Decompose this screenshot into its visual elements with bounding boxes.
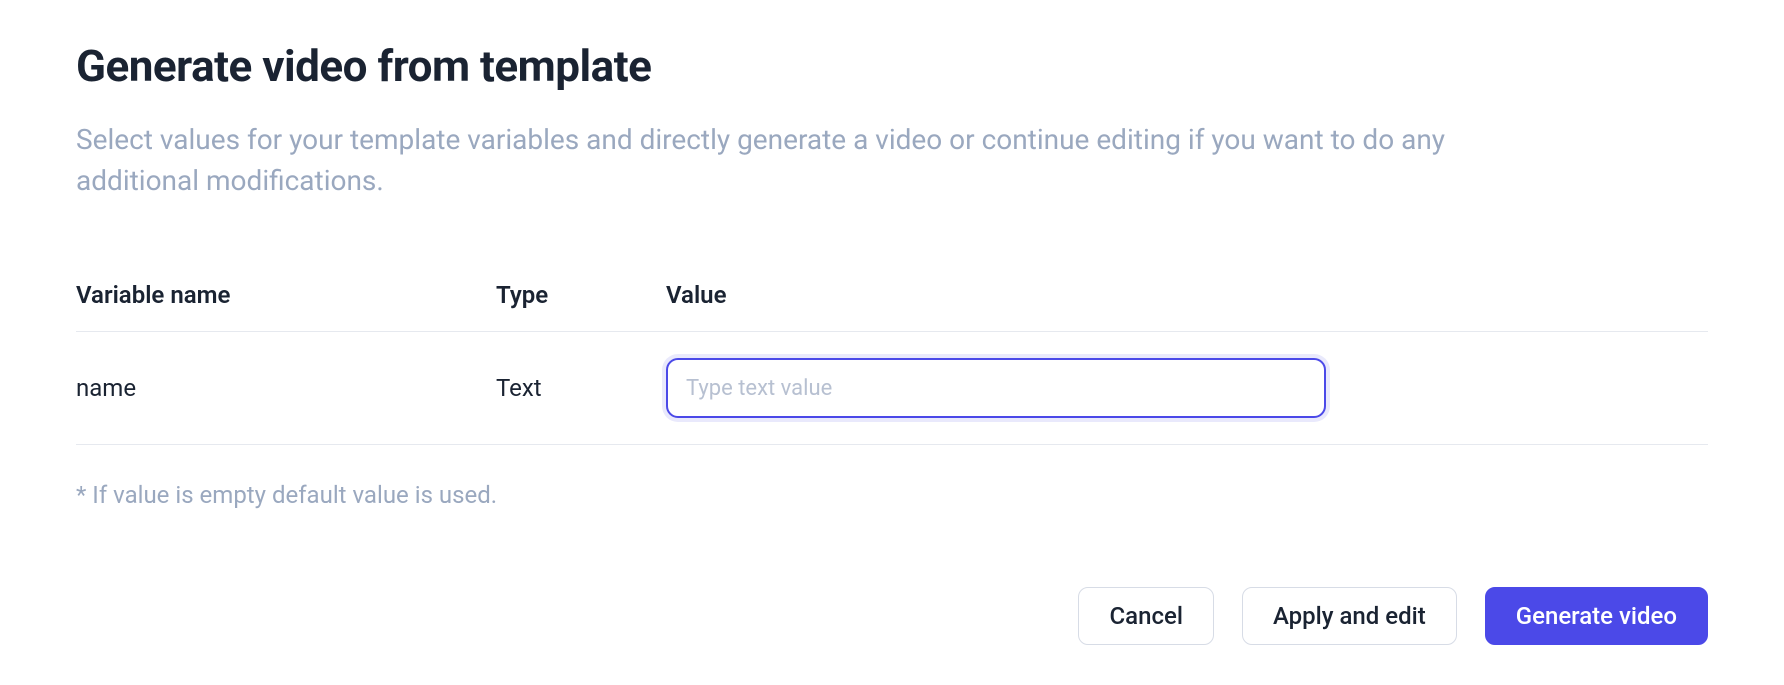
cancel-button[interactable]: Cancel — [1078, 587, 1213, 645]
page-description: Select values for your template variable… — [76, 120, 1476, 201]
table-row: name Text — [76, 332, 1708, 445]
column-header-variable-name: Variable name — [76, 269, 496, 332]
variable-name-cell: name — [76, 332, 496, 445]
apply-and-edit-button[interactable]: Apply and edit — [1242, 587, 1457, 645]
variables-table: Variable name Type Value name Text — [76, 269, 1708, 445]
column-header-type: Type — [496, 269, 666, 332]
variable-type-cell: Text — [496, 332, 666, 445]
generate-video-button[interactable]: Generate video — [1485, 587, 1708, 645]
button-row: Cancel Apply and edit Generate video — [76, 587, 1708, 645]
page-title: Generate video from template — [76, 40, 1708, 92]
column-header-value: Value — [666, 269, 1708, 332]
variable-value-cell — [666, 332, 1708, 445]
footnote: * If value is empty default value is use… — [76, 481, 1708, 509]
value-input[interactable] — [666, 358, 1326, 418]
